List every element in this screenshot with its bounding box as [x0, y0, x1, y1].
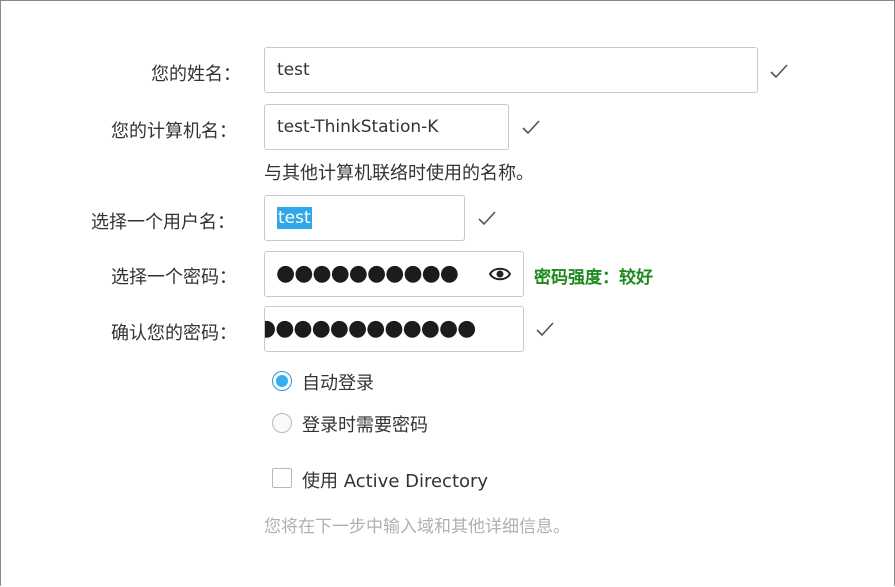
password-input[interactable]: ●●●●●●●●●● [264, 251, 524, 297]
confirm-password-input[interactable]: ●●●●●●●●●●●● [264, 306, 524, 352]
fullname-checkmark-icon [769, 61, 789, 81]
fullname-label: 您的姓名： [151, 64, 241, 85]
confirm-password-masked-text: ●●●●●●●●●●●● [264, 316, 476, 341]
auto-login-label[interactable]: 自动登录 [302, 369, 374, 395]
username-checkmark-icon [477, 208, 497, 228]
confirm-password-checkmark-icon [535, 319, 555, 339]
require-password-label[interactable]: 登录时需要密码 [302, 411, 428, 437]
active-directory-checkbox[interactable] [272, 468, 292, 488]
computer-name-checkmark-icon [521, 117, 541, 137]
fullname-input[interactable]: test [264, 47, 758, 93]
active-directory-label[interactable]: 使用 Active Directory [302, 467, 488, 493]
computer-name-label: 您的计算机名： [111, 121, 237, 142]
username-label: 选择一个用户名： [91, 212, 235, 233]
confirm-password-label: 确认您的密码： [111, 323, 237, 344]
eye-icon[interactable] [488, 262, 512, 286]
username-input[interactable]: test [264, 195, 465, 241]
require-password-radio[interactable] [272, 413, 292, 433]
password-label: 选择一个密码： [111, 267, 237, 288]
computer-name-hint: 与其他计算机联络时使用的名称。 [264, 163, 534, 184]
auto-login-radio[interactable] [272, 371, 292, 391]
installer-page: 您的姓名： test 您的计算机名： test-ThinkStation-K 与… [0, 0, 895, 586]
username-selected-text: test [277, 207, 312, 229]
active-directory-note: 您将在下一步中输入域和其他详细信息。 [264, 517, 570, 537]
computer-name-input[interactable]: test-ThinkStation-K [264, 104, 509, 150]
password-strength-text: 密码强度：较好 [534, 268, 653, 288]
password-masked-text: ●●●●●●●●●● [276, 261, 459, 286]
